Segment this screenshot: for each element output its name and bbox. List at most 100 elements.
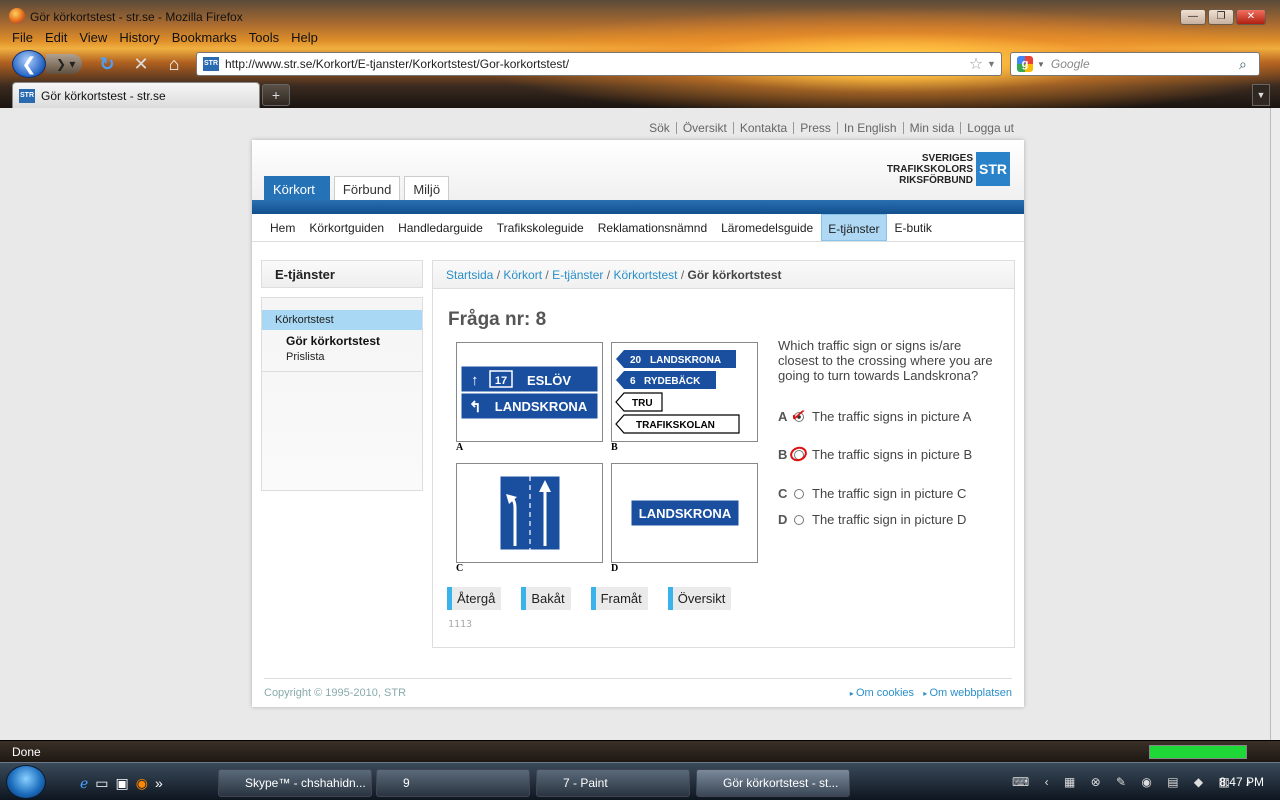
svg-text:↑: ↑ [471,372,479,389]
search-input[interactable]: Google [1051,57,1239,71]
subnav-reklamationsnamnd[interactable]: Reklamationsnämnd [592,214,713,241]
sign-d-text: LANDSKRONA [639,506,732,521]
google-engine-icon[interactable]: g [1017,56,1033,72]
crumb-e-tjanster[interactable]: E-tjänster [552,268,603,282]
browser-chrome: Gör körkortstest - str.se - Mozilla Fire… [0,0,1280,108]
link-om-webbplatsen[interactable]: Om webbplatsen [929,687,1012,699]
link-sok[interactable]: Sök [643,122,677,134]
return-button[interactable]: Återgå [447,587,502,610]
search-bar[interactable]: g ▼ Google ⌕ [1010,52,1260,76]
answer-c-radio[interactable] [794,489,804,499]
list-all-tabs-button[interactable]: ▼ [1252,84,1270,106]
divider [262,371,422,372]
answer-c[interactable]: C The traffic sign in picture C [778,486,1012,501]
crumb-korkort[interactable]: Körkort [503,268,542,282]
subnav-korkortguiden[interactable]: Körkortguiden [303,214,390,241]
link-kontakta[interactable]: Kontakta [734,122,795,134]
sidebar-item-prislista[interactable]: Prislista [262,349,422,365]
firefox-icon[interactable]: ◉ [136,775,148,792]
vertical-scrollbar[interactable] [1270,108,1280,740]
subnav-e-butik[interactable]: E-butik [889,214,938,241]
picture-a-label: A [456,442,464,453]
crumb-startsida[interactable]: Startsida [446,268,493,282]
forward-button[interactable]: ❯ ▾ [46,54,82,74]
back-button[interactable]: ❮ [12,50,46,78]
windows-taskbar: ℯ ▭ ▣ ◉ » Skype™ - chshahidn... 9 7 - Pa… [0,762,1280,800]
more-chevron-icon[interactable]: » [155,775,163,792]
task-firefox[interactable]: Gör körkortstest - st... [696,769,850,797]
ie-icon[interactable]: ℯ [80,775,88,792]
tab-forbund[interactable]: Förbund [333,176,401,200]
bookmark-star-icon[interactable]: ☆ [965,54,987,74]
desktop-icon[interactable]: ▭ [95,775,108,792]
menu-file[interactable]: File [6,28,39,48]
firefox-logo-icon [9,8,25,24]
minimize-button[interactable]: — [1180,9,1206,25]
main-content: Startsida / Körkort / E-tjänster / Körko… [432,260,1015,648]
subnav-trafikskoleguide[interactable]: Trafikskoleguide [491,214,590,241]
answer-b[interactable]: B The traffic signs in picture B [778,447,997,462]
menu-tools[interactable]: Tools [243,28,285,48]
reload-icon[interactable]: ↻ [96,53,118,75]
start-button[interactable] [6,765,46,799]
site-container: SVERIGES TRAFIKSKOLORS RIKSFÖRBUND STR K… [252,140,1024,707]
nav-toolbar: ❮ ❯ ▾ ↻ ✕ ⌂ STR http://www.str.se/Korkor… [0,49,1280,79]
maximize-button[interactable]: ❐ [1208,9,1234,25]
sign-b1-number: 20 [630,355,642,366]
window-switch-icon[interactable]: ▣ [116,775,129,792]
url-text[interactable]: http://www.str.se/Korkort/E-tjanster/Kor… [225,57,965,71]
tab-favicon-icon: STR [19,88,35,103]
link-om-cookies[interactable]: Om cookies [856,687,914,699]
sign-a1-text: ESLÖV [527,373,571,388]
back-button-page[interactable]: Bakåt [521,587,571,610]
subnav-hem[interactable]: Hem [264,214,301,241]
menu-history[interactable]: History [113,28,165,48]
home-icon[interactable]: ⌂ [163,53,185,75]
tab-miljo[interactable]: Miljö [404,176,450,200]
picture-d: LANDSKRONA [611,463,758,563]
question-nav-buttons: Återgå Bakåt Framåt Översikt [447,587,732,610]
close-button[interactable]: ✕ [1236,9,1266,25]
task-skype[interactable]: Skype™ - chshahidn... [218,769,372,797]
link-in-english[interactable]: In English [838,122,904,134]
subnav-e-tjanster[interactable]: E-tjänster [821,214,887,241]
subnav-laromedelsguide[interactable]: Läromedelsguide [715,214,819,241]
sign-a1-number: 17 [495,375,507,387]
engine-dropdown-icon[interactable]: ▼ [1037,60,1045,69]
browser-tab[interactable]: STR Gör körkortstest - str.se [12,82,260,108]
clock[interactable]: 8:47 PM [1219,775,1264,789]
sidebar-item-gor-korkortstest[interactable]: Gör körkortstest [262,330,422,349]
str-logo[interactable]: SVERIGES TRAFIKSKOLORS RIKSFÖRBUND STR [887,152,1010,186]
link-press[interactable]: Press [794,122,838,134]
link-logga-ut[interactable]: Logga ut [961,122,1020,134]
tab-korkort[interactable]: Körkort [264,176,330,200]
sub-navigation: Hem Körkortguiden Handledarguide Trafiks… [252,214,1024,242]
answer-d-radio[interactable] [794,515,804,525]
site-identity-icon[interactable]: STR [203,57,219,71]
sidebar: E-tjänster Körkortstest Gör körkortstest… [261,260,423,491]
answer-a[interactable]: A The traffic signs in picture A [778,409,997,424]
url-dropdown-icon[interactable]: ▼ [987,59,1001,69]
forward-button-page[interactable]: Framåt [590,587,648,610]
sidebar-item-korkortstest[interactable]: Körkortstest [262,310,422,330]
stop-icon[interactable]: ✕ [130,53,152,75]
answer-d[interactable]: D The traffic sign in picture D [778,512,1012,527]
signs-b-image: 20 LANDSKRONA 6 RYDEBÄCK TRU TRAFIKSKOLA… [615,350,740,434]
subnav-handledarguide[interactable]: Handledarguide [392,214,489,241]
task-paint[interactable]: 7 - Paint [536,769,690,797]
address-bar[interactable]: STR http://www.str.se/Korkort/E-tjanster… [196,52,1002,76]
new-tab-button[interactable]: + [262,84,290,106]
menu-help[interactable]: Help [285,28,324,48]
question-title: Fråga nr: 8 [448,309,547,330]
question-code: 1113 [448,619,473,630]
overview-button[interactable]: Översikt [667,587,732,610]
menu-bookmarks[interactable]: Bookmarks [166,28,243,48]
tab-title: Gör körkortstest - str.se [41,88,166,103]
menu-view[interactable]: View [73,28,113,48]
link-min-sida[interactable]: Min sida [904,122,962,134]
crumb-korkortstest[interactable]: Körkortstest [613,268,677,282]
menu-edit[interactable]: Edit [39,28,73,48]
link-oversikt[interactable]: Översikt [677,122,734,134]
search-icon[interactable]: ⌕ [1239,56,1259,73]
task-folder[interactable]: 9 [376,769,530,797]
